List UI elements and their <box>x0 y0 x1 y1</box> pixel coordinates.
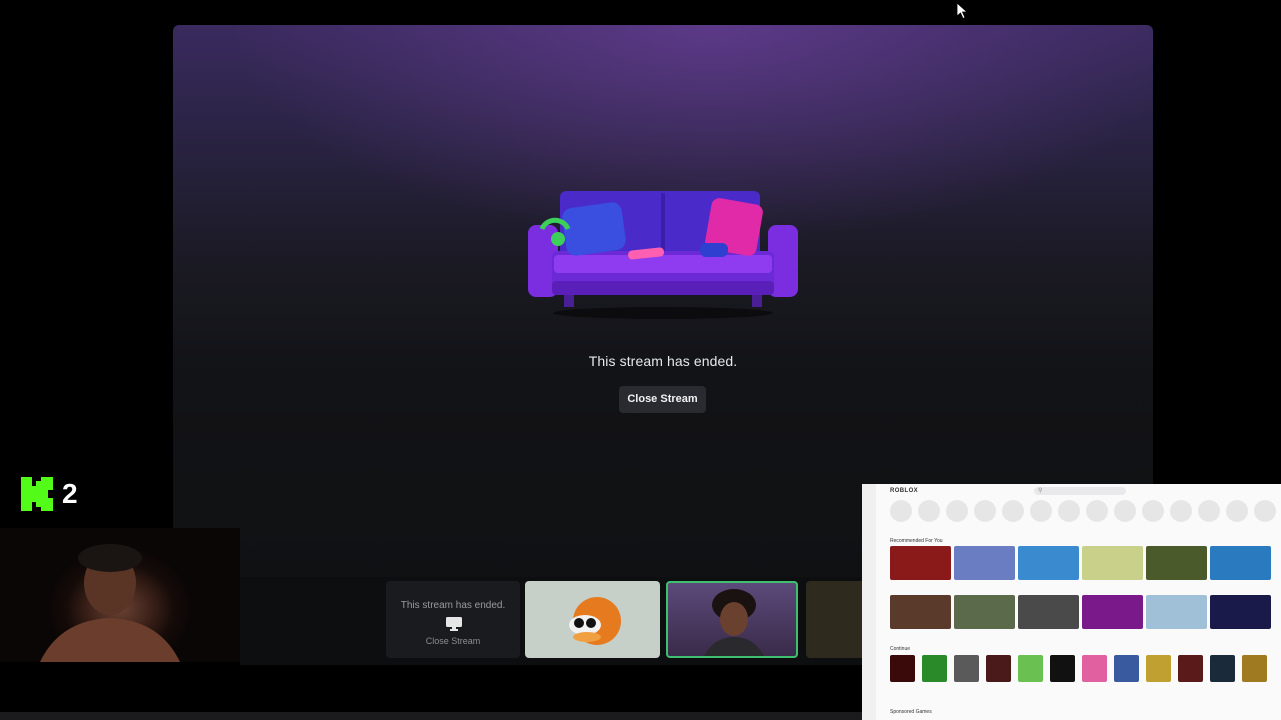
roblox-game-card[interactable] <box>1210 595 1271 629</box>
roblox-friend-avatar[interactable] <box>1114 500 1136 522</box>
roblox-friend-avatar[interactable] <box>1030 500 1052 522</box>
roblox-game-card[interactable] <box>1082 595 1143 629</box>
roblox-section-continue: Continue <box>890 646 911 652</box>
kick-logo-icon <box>21 477 53 511</box>
roblox-game-tile[interactable] <box>1082 655 1107 682</box>
roblox-section-recommended: Recommended For You <box>890 538 943 544</box>
participant-strip: This stream has ended. Close Stream <box>240 577 862 665</box>
roblox-game-card[interactable] <box>890 595 951 629</box>
roblox-friend-avatar[interactable] <box>1086 500 1108 522</box>
roblox-friend-avatar[interactable] <box>1142 500 1164 522</box>
roblox-search-input[interactable] <box>1034 487 1126 495</box>
roblox-game-card[interactable] <box>1018 595 1079 629</box>
monitor-icon <box>446 617 462 631</box>
thumbnail-partial[interactable] <box>806 581 862 658</box>
roblox-logo: ROBLOX <box>890 488 919 494</box>
webcam-figure <box>40 544 180 662</box>
roblox-friend-avatar[interactable] <box>918 500 940 522</box>
roblox-game-tile[interactable] <box>1210 655 1235 682</box>
roblox-friend-avatar[interactable] <box>1002 500 1024 522</box>
taskbar <box>0 712 862 720</box>
duck-avatar-icon <box>569 597 621 645</box>
thumbnail-close-stream[interactable]: Close Stream <box>386 636 520 646</box>
roblox-game-tile[interactable] <box>954 655 979 682</box>
streamer-webcam <box>0 528 240 662</box>
roblox-friend-avatar[interactable] <box>890 500 912 522</box>
roblox-game-tile[interactable] <box>890 655 915 682</box>
roblox-friend-avatar[interactable] <box>974 500 996 522</box>
thumbnail-ended-message: This stream has ended. <box>400 600 506 611</box>
roblox-friend-avatar[interactable] <box>1170 500 1192 522</box>
roblox-game-card[interactable] <box>1082 546 1143 580</box>
roblox-game-tile[interactable] <box>986 655 1011 682</box>
roblox-game-tile[interactable] <box>1146 655 1171 682</box>
roblox-game-tile[interactable] <box>1050 655 1075 682</box>
roblox-game-tile[interactable] <box>1018 655 1043 682</box>
cursor-icon <box>957 3 969 19</box>
roblox-game-card[interactable] <box>1018 546 1079 580</box>
thumbnail-duck-avatar[interactable] <box>525 581 660 658</box>
couch-icon <box>528 191 798 319</box>
roblox-game-card[interactable] <box>1210 546 1271 580</box>
roblox-game-card[interactable] <box>1146 595 1207 629</box>
viewer-count: 2 <box>62 478 78 509</box>
roblox-game-card[interactable] <box>954 595 1015 629</box>
roblox-friend-avatar[interactable] <box>946 500 968 522</box>
roblox-section-sponsored: Sponsored Games <box>890 709 932 715</box>
roblox-game-card[interactable] <box>1146 546 1207 580</box>
roblox-game-tile[interactable] <box>1242 655 1267 682</box>
roblox-game-tile[interactable] <box>1178 655 1203 682</box>
webcam-person <box>704 589 764 656</box>
roblox-game-tile[interactable] <box>1114 655 1139 682</box>
thumbnail-webcam-active[interactable] <box>666 581 798 658</box>
roblox-friend-avatar[interactable] <box>1254 500 1276 522</box>
roblox-game-card[interactable] <box>890 546 951 580</box>
search-icon: ⚲ <box>1038 488 1043 494</box>
roblox-game-card[interactable] <box>954 546 1015 580</box>
roblox-friend-avatar[interactable] <box>1226 500 1248 522</box>
roblox-window: ROBLOX ⚲ Recommended For You Continue Sp… <box>862 484 1281 720</box>
roblox-sidebar <box>862 484 876 720</box>
thumbnail-ended-stream[interactable]: This stream has ended. Close Stream <box>386 581 520 658</box>
roblox-friend-avatar[interactable] <box>1198 500 1220 522</box>
roblox-game-tile[interactable] <box>922 655 947 682</box>
close-stream-button[interactable]: Close Stream <box>619 386 706 413</box>
stream-ended-message: This stream has ended. <box>588 353 738 369</box>
roblox-friend-avatar[interactable] <box>1058 500 1080 522</box>
